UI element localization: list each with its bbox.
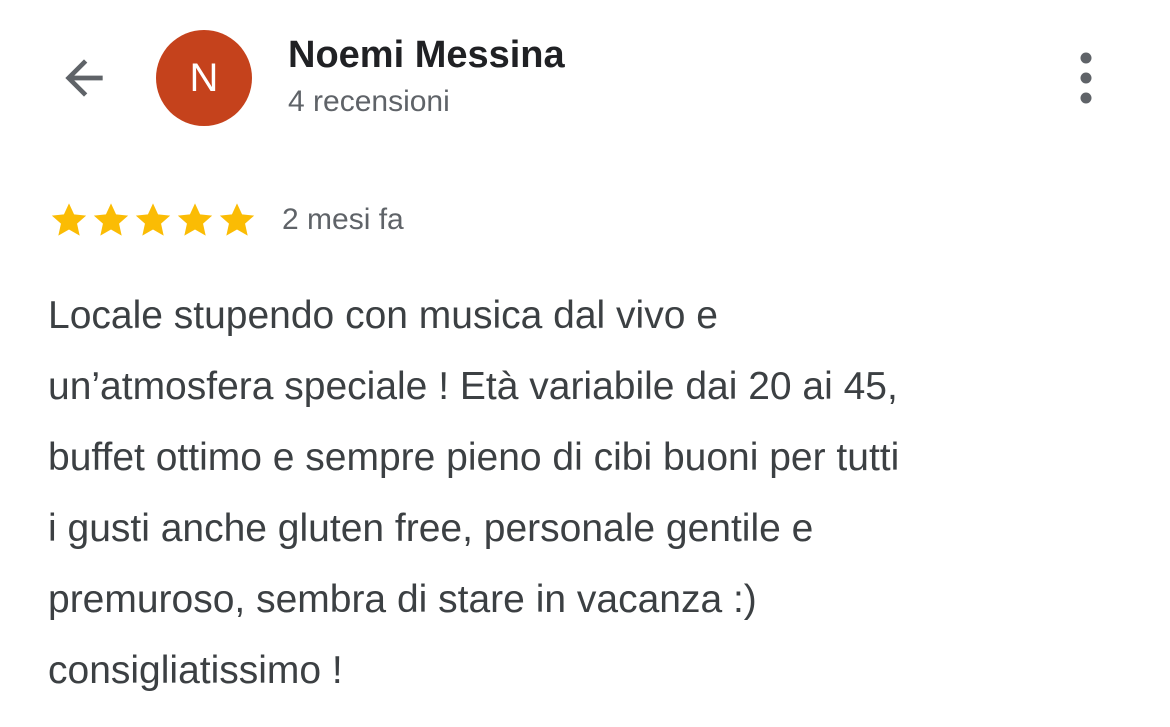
more-vert-icon — [1080, 52, 1092, 104]
reviewer-header: N Noemi Messina 4 recensioni — [0, 0, 1170, 160]
star-icon — [219, 203, 255, 236]
rating-row: 2 mesi fa — [48, 196, 404, 244]
review-time: 2 mesi fa — [282, 203, 404, 236]
star-rating — [48, 199, 258, 241]
avatar[interactable]: N — [156, 30, 252, 126]
arrow-back-icon — [65, 59, 103, 97]
review-count: 4 recensioni — [288, 85, 450, 118]
back-button[interactable] — [48, 42, 120, 114]
more-options-button[interactable] — [1052, 44, 1120, 112]
avatar-initial: N — [189, 55, 219, 100]
star-icon — [51, 203, 87, 236]
review-text: Locale stupendo con musica dal vivo e un… — [48, 294, 900, 692]
star-icon — [135, 203, 171, 236]
star-icon — [93, 203, 129, 236]
reviewer-name[interactable]: Noemi Messina — [288, 33, 565, 77]
star-icon — [177, 203, 213, 236]
